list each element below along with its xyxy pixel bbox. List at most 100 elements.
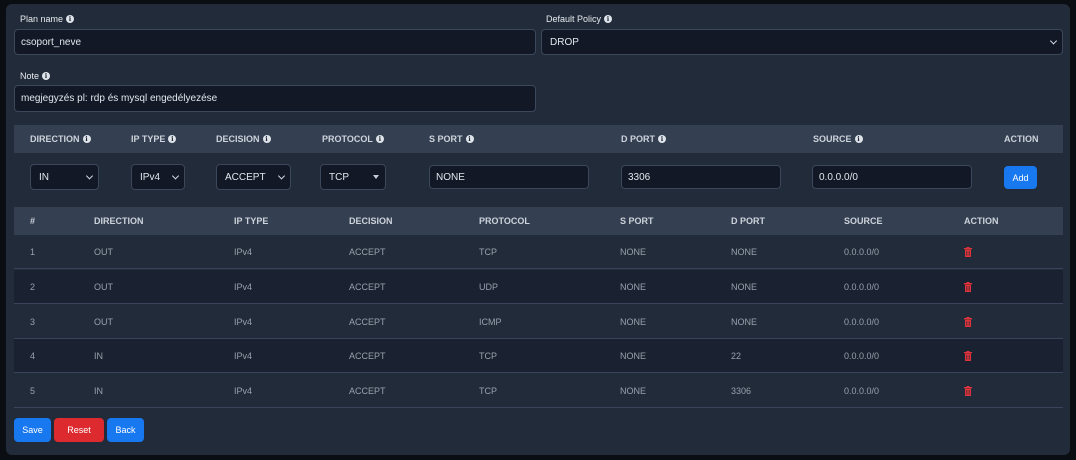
row-d-port: NONE — [731, 317, 758, 327]
row-protocol: TCP — [479, 247, 497, 257]
row-direction: OUT — [94, 282, 113, 292]
table-head-direction: DIRECTION — [94, 216, 144, 226]
protocol-select[interactable]: TCP — [320, 164, 386, 190]
chevron-down-icon — [277, 172, 286, 180]
row-index: 1 — [30, 247, 36, 257]
s-port-input[interactable] — [429, 165, 589, 189]
ip-type-select[interactable]: IPv4 — [131, 164, 185, 190]
row-ip-type: IPv4 — [234, 386, 253, 396]
source-input[interactable] — [812, 165, 972, 189]
row-source: 0.0.0.0/0 — [844, 386, 880, 396]
row-ip-type: IPv4 — [234, 282, 253, 292]
caret-down-icon — [373, 175, 379, 179]
chevron-down-icon — [85, 172, 94, 180]
row-source: 0.0.0.0/0 — [844, 351, 880, 361]
default-policy-select[interactable]: DROP — [541, 29, 1063, 55]
table-row: 1 OUT IPv4 ACCEPT TCP NONE NONE 0.0.0.0/… — [14, 235, 1063, 269]
row-protocol: ICMP — [479, 317, 502, 327]
row-decision: ACCEPT — [349, 282, 386, 292]
row-direction: IN — [94, 351, 103, 361]
table-head-s-port: S PORT — [620, 216, 654, 226]
row-source: 0.0.0.0/0 — [844, 317, 880, 327]
row-index: 3 — [30, 317, 36, 327]
row-index: 2 — [30, 282, 36, 292]
decision-select[interactable]: ACCEPT — [216, 164, 291, 190]
row-d-port: NONE — [731, 282, 758, 292]
row-protocol: TCP — [479, 386, 497, 396]
row-protocol: TCP — [479, 351, 497, 361]
note-label: Note i — [20, 71, 51, 81]
reset-button[interactable]: Reset — [54, 418, 104, 442]
direction-select[interactable]: IN — [30, 164, 99, 190]
row-d-port: 22 — [731, 351, 742, 361]
add-rule-button[interactable]: Add — [1004, 166, 1037, 189]
chevron-down-icon — [171, 172, 180, 180]
row-s-port: NONE — [620, 351, 647, 361]
row-ip-type: IPv4 — [234, 317, 253, 327]
d-port-input[interactable] — [621, 165, 781, 189]
row-protocol: UDP — [479, 282, 499, 292]
col-head-decision: DECISION i — [216, 125, 271, 153]
trash-icon[interactable] — [964, 317, 972, 327]
table-row: 5 IN IPv4 ACCEPT TCP NONE 3306 0.0.0.0/0 — [14, 374, 1063, 408]
row-ip-type: IPv4 — [234, 247, 253, 257]
row-direction: OUT — [94, 317, 113, 327]
save-button[interactable]: Save — [14, 418, 51, 442]
col-head-ip-type: IP TYPE i — [131, 125, 177, 153]
row-s-port: NONE — [620, 282, 647, 292]
row-d-port: NONE — [731, 247, 758, 257]
row-decision: ACCEPT — [349, 247, 386, 257]
table-head-source: SOURCE — [844, 216, 883, 226]
note-input[interactable] — [14, 85, 536, 112]
trash-icon[interactable] — [964, 247, 972, 257]
info-icon[interactable]: i — [262, 135, 271, 143]
col-head-source: SOURCE i — [813, 125, 863, 153]
col-head-direction: DIRECTION i — [30, 125, 91, 153]
row-direction: IN — [94, 386, 103, 396]
trash-icon[interactable] — [964, 386, 972, 396]
info-icon[interactable]: i — [465, 135, 474, 143]
table-head-ip-type: IP TYPE — [234, 216, 269, 226]
table-head-index: # — [30, 216, 36, 226]
table-head-protocol: PROTOCOL — [479, 216, 530, 226]
col-head-d-port: D PORT i — [621, 125, 667, 153]
table-head-d-port: D PORT — [731, 216, 766, 226]
row-decision: ACCEPT — [349, 386, 386, 396]
info-icon[interactable]: i — [82, 135, 91, 143]
table-row: 4 IN IPv4 ACCEPT TCP NONE 22 0.0.0.0/0 — [14, 339, 1063, 373]
table-row: 3 OUT IPv4 ACCEPT ICMP NONE NONE 0.0.0.0… — [14, 305, 1063, 339]
row-s-port: NONE — [620, 317, 647, 327]
row-direction: OUT — [94, 247, 113, 257]
row-s-port: NONE — [620, 247, 647, 257]
row-decision: ACCEPT — [349, 351, 386, 361]
back-button[interactable]: Back — [107, 418, 144, 442]
col-head-action: ACTION — [1004, 134, 1039, 144]
info-icon[interactable]: i — [854, 135, 863, 143]
row-source: 0.0.0.0/0 — [844, 247, 880, 257]
rules-table-header — [14, 207, 1063, 235]
info-icon[interactable]: i — [66, 15, 75, 23]
trash-icon[interactable] — [964, 282, 972, 292]
row-ip-type: IPv4 — [234, 351, 253, 361]
table-row: 2 OUT IPv4 ACCEPT UDP NONE NONE 0.0.0.0/… — [14, 270, 1063, 304]
info-icon[interactable]: i — [375, 135, 384, 143]
trash-icon[interactable] — [964, 351, 972, 361]
info-icon[interactable]: i — [42, 72, 51, 80]
info-icon[interactable]: i — [168, 135, 177, 143]
col-head-s-port: S PORT i — [429, 125, 474, 153]
plan-name-label: Plan name i — [20, 14, 75, 24]
plan-name-input[interactable] — [14, 29, 536, 55]
row-decision: ACCEPT — [349, 317, 386, 327]
info-icon[interactable]: i — [604, 15, 613, 23]
row-index: 4 — [30, 351, 36, 361]
col-head-protocol: PROTOCOL i — [322, 125, 384, 153]
table-head-action: ACTION — [964, 216, 999, 226]
table-head-decision: DECISION — [349, 216, 393, 226]
row-source: 0.0.0.0/0 — [844, 282, 880, 292]
chevron-down-icon — [1049, 37, 1058, 45]
row-s-port: NONE — [620, 386, 647, 396]
info-icon[interactable]: i — [658, 135, 667, 143]
default-policy-label: Default Policy i — [546, 14, 613, 24]
row-d-port: 3306 — [731, 386, 752, 396]
row-index: 5 — [30, 386, 36, 396]
